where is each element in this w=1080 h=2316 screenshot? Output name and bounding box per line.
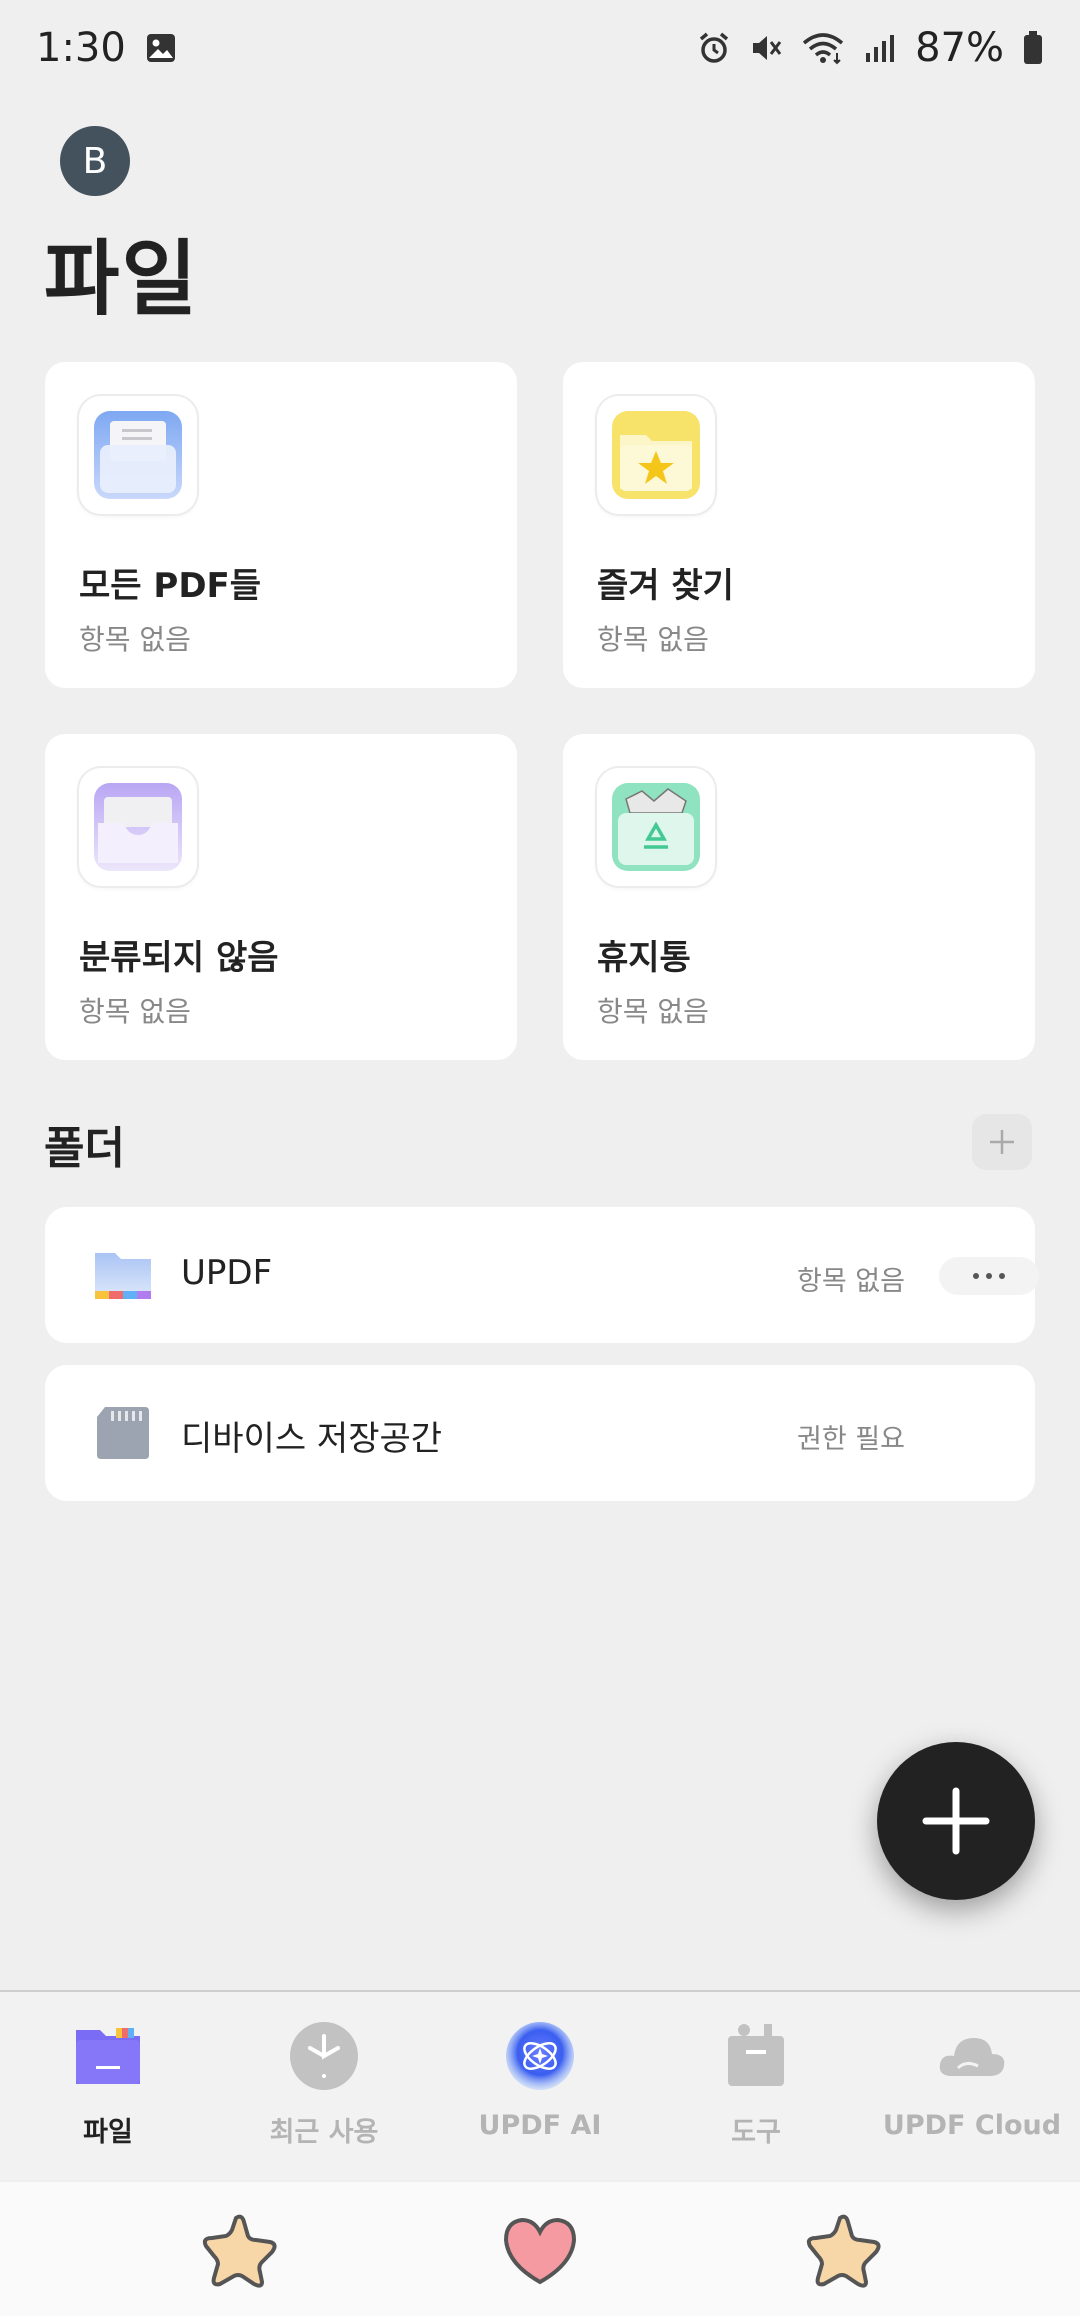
status-left: 1:30	[36, 25, 178, 71]
alarm-icon	[699, 32, 729, 63]
more-options-button[interactable]	[939, 1257, 1039, 1295]
dot	[986, 1273, 992, 1279]
status-right: 87%	[697, 25, 1044, 71]
card-title: 즐겨 찾기	[597, 566, 734, 606]
star-recents-icon[interactable]	[200, 2212, 280, 2288]
star-back-icon[interactable]	[804, 2212, 884, 2288]
documents-folder-icon	[79, 396, 197, 514]
card-favorites[interactable]: 즐겨 찾기 항목 없음	[563, 362, 1035, 688]
system-nav-bar	[0, 2182, 1080, 2316]
nav-label: 최근 사용	[269, 2117, 379, 2148]
battery-icon	[1024, 31, 1042, 64]
folder-section-title: 폴더	[44, 1123, 125, 1174]
page-title: 파일	[44, 232, 199, 327]
recycle-bin-icon	[597, 768, 715, 886]
sd-card-icon	[97, 1407, 149, 1459]
card-uncategorized[interactable]: 분류되지 않음 항목 없음	[45, 734, 517, 1060]
heart-home-icon[interactable]	[500, 2212, 580, 2288]
folder-name: 디바이스 저장공간	[181, 1419, 443, 1459]
card-subtitle: 항목 없음	[597, 995, 709, 1028]
files-folder-icon	[76, 2028, 140, 2084]
card-title: 모든 PDF들	[79, 566, 262, 606]
folder-icon	[95, 1253, 151, 1299]
dot	[999, 1273, 1005, 1279]
folder-row-device-storage[interactable]: 디바이스 저장공간 권한 필요	[45, 1365, 1035, 1501]
folder-name: UPDF	[181, 1253, 273, 1293]
avatar[interactable]: B	[60, 126, 130, 196]
card-subtitle: 항목 없음	[79, 995, 191, 1028]
nav-label: UPDF AI	[478, 2110, 602, 2141]
plus-icon	[922, 1787, 990, 1855]
nav-updf-cloud[interactable]: UPDF Cloud	[864, 1992, 1080, 2180]
card-subtitle: 항목 없음	[597, 623, 709, 656]
card-trash[interactable]: 휴지통 항목 없음	[563, 734, 1035, 1060]
mute-icon	[753, 36, 782, 60]
folder-status: 권한 필요	[797, 1424, 905, 1455]
nav-tools[interactable]: 도구	[648, 1992, 864, 2180]
nav-files[interactable]: 파일	[0, 1992, 216, 2180]
nav-label: UPDF Cloud	[882, 2110, 1062, 2141]
card-all-pdfs[interactable]: 모든 PDF들 항목 없음	[45, 362, 517, 688]
inbox-tray-icon	[79, 768, 197, 886]
nav-label: 파일	[83, 2117, 133, 2148]
ai-orb-icon	[506, 2022, 574, 2090]
screen: 1:30 87% B 파일 모든 PDF들 항목 없음 즐겨 찾기 항목 없음 …	[0, 0, 1080, 2316]
image-notification-icon	[146, 34, 175, 62]
nav-updf-ai[interactable]: UPDF AI	[432, 1992, 648, 2180]
card-subtitle: 항목 없음	[79, 623, 191, 656]
nav-recent[interactable]: 최근 사용	[216, 1992, 432, 2180]
wifi-icon	[802, 33, 844, 65]
add-fab-button[interactable]	[877, 1742, 1035, 1900]
cloud-icon	[939, 2038, 1005, 2076]
folder-row-updf[interactable]: UPDF 항목 없음	[45, 1207, 1039, 1343]
add-folder-button[interactable]	[972, 1114, 1032, 1170]
toolbox-icon	[728, 2024, 784, 2086]
clock-icon	[290, 2022, 358, 2090]
signal-icon	[866, 35, 895, 62]
status-bar: 1:30 87%	[0, 0, 1080, 96]
bottom-nav: 파일 최근 사용 UPDF AI 도구 UPDF Cloud	[0, 1990, 1080, 2180]
folder-status: 항목 없음	[797, 1266, 905, 1297]
dot	[973, 1273, 979, 1279]
star-folder-icon	[597, 396, 715, 514]
card-title: 분류되지 않음	[79, 938, 279, 978]
card-title: 휴지통	[597, 938, 691, 978]
status-time: 1:30	[36, 25, 126, 71]
battery-percent: 87%	[915, 25, 1004, 71]
plus-icon	[990, 1130, 1014, 1154]
nav-label: 도구	[731, 2117, 781, 2148]
